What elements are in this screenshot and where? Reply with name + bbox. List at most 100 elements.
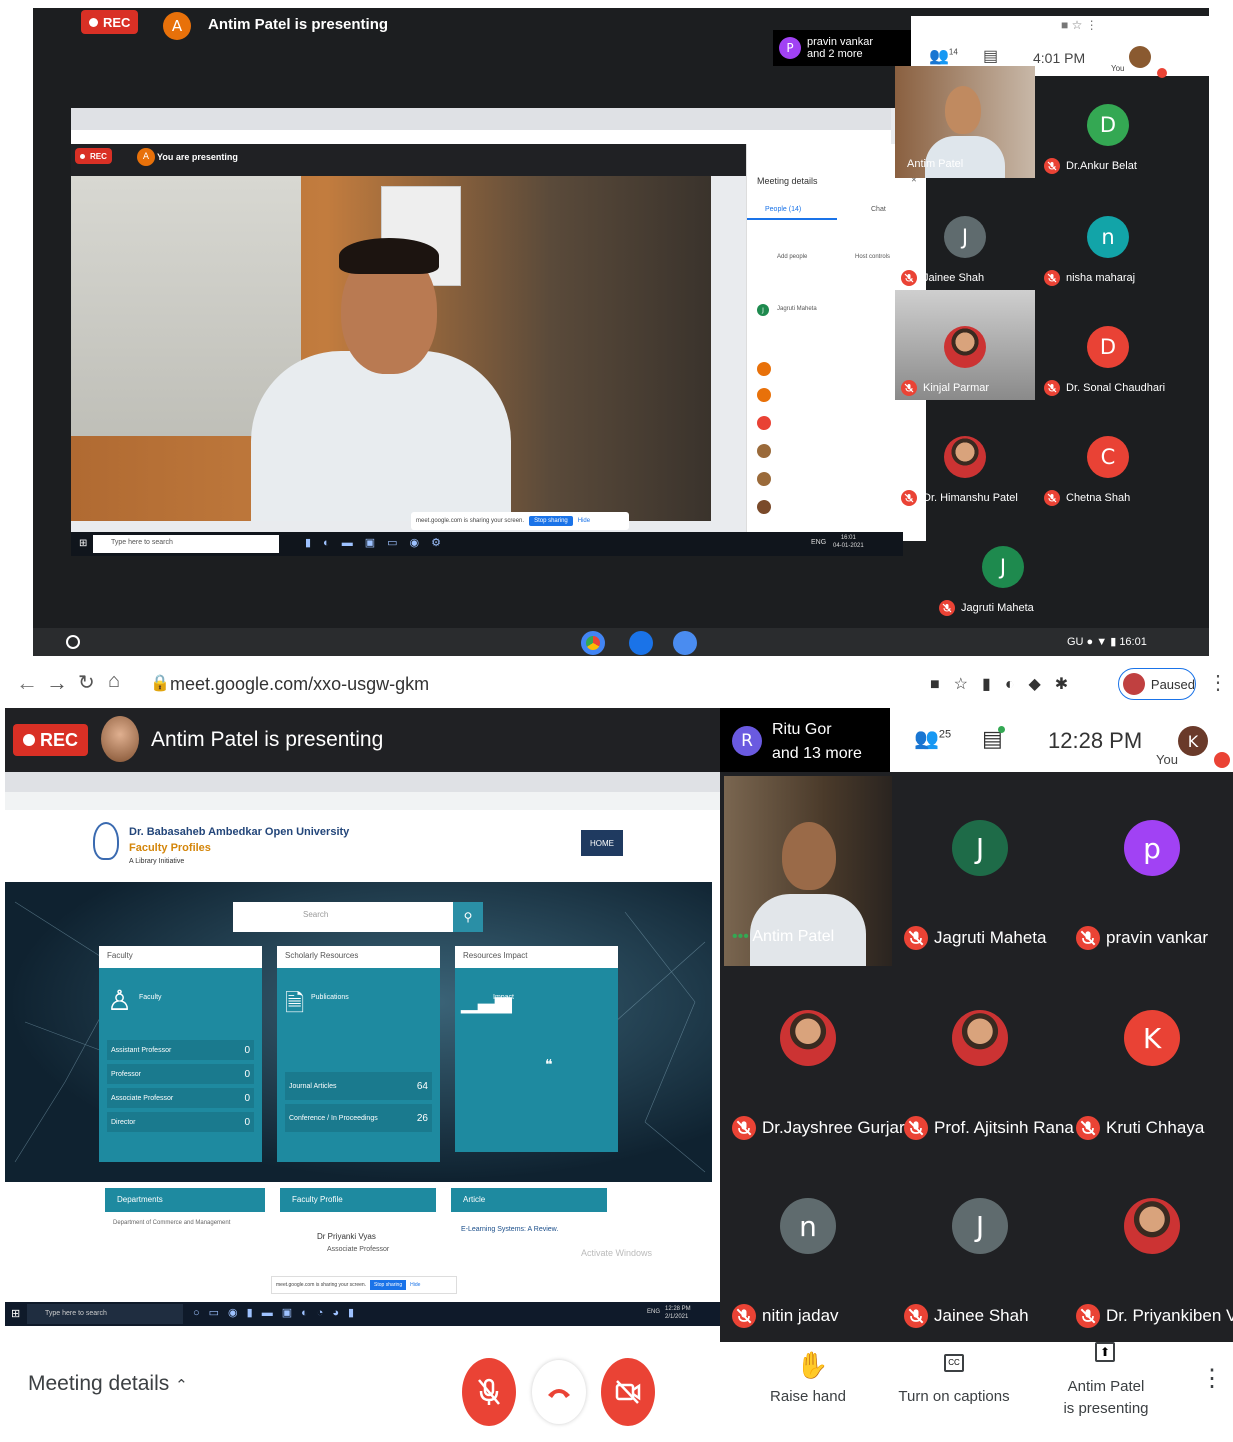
people-icon[interactable]: 👥25 (914, 726, 951, 751)
participant-tile[interactable]: Prof. Ajitsinh Rana (896, 966, 1074, 1154)
url-text[interactable]: meet.google.com/xxo-usgw-gkm (170, 674, 429, 695)
hide-button[interactable]: Hide (410, 1282, 420, 1288)
card-row[interactable]: Conference / In Proceedings 26 (285, 1104, 432, 1132)
department-item[interactable]: Department of Commerce and Management (113, 1220, 230, 1226)
stop-sharing-button[interactable]: Stop sharing (529, 516, 573, 526)
taskbar-search[interactable]: Type here to search (27, 1304, 183, 1324)
inner-avatar: A (137, 148, 155, 166)
participant-name: Jainee Shah (923, 272, 985, 284)
participant-tile[interactable]: D Dr. Sonal Chaudhari (1038, 290, 1178, 400)
chat-tab[interactable]: Chat (871, 206, 886, 213)
participant-tile[interactable]: J Jagruti Maheta (896, 776, 1064, 964)
launcher-icon[interactable] (66, 635, 80, 649)
people-icon[interactable]: 👥14 (929, 46, 958, 66)
participant-tile[interactable]: Dr. Priyankiben Vyas (1068, 1154, 1233, 1342)
paused-label: Paused (1150, 676, 1195, 692)
taskbar-app-icons[interactable]: ▮◐▬▣▭◉⚙ (305, 536, 453, 549)
more-options-icon[interactable]: ⋮ (1200, 1364, 1224, 1393)
chat-icon[interactable]: ▤ (983, 46, 998, 66)
scholarly-card[interactable]: Scholarly Resources 🗎 Publications Journ… (277, 946, 440, 1162)
files-icon[interactable] (629, 631, 653, 655)
card-row[interactable]: Professor 0 (107, 1064, 254, 1084)
profile-name[interactable]: Dr Priyanki Vyas (317, 1232, 376, 1241)
profile-paused-chip[interactable]: Paused (1118, 668, 1196, 700)
windows-icon[interactable]: ⊞ (11, 1307, 20, 1320)
you-avatar[interactable]: K (1178, 726, 1208, 756)
raise-hand-label[interactable]: Raise hand (760, 1388, 856, 1405)
present-icon[interactable]: ⬆ (1095, 1342, 1115, 1362)
participant-name: Dr.Jayshree Gurjar (762, 1118, 905, 1137)
card-row[interactable]: Journal Articles 64 (285, 1072, 432, 1100)
chevron-up-icon: ⌃ (175, 1377, 188, 1394)
site-search-input[interactable]: Search (233, 902, 453, 932)
stop-sharing-button[interactable]: Stop sharing (370, 1280, 407, 1290)
participant-tile[interactable]: Kinjal Parmar (895, 290, 1035, 400)
faculty-card[interactable]: Faculty ♙ Faculty Assistant Professor 0 Pr… (99, 946, 262, 1162)
taskbar-search[interactable]: Type here to search (93, 535, 279, 553)
browser-menu-icon[interactable]: ⋮ (1208, 670, 1228, 695)
leave-call-button[interactable] (532, 1360, 586, 1424)
participant-name: nitin jadav (762, 1306, 839, 1325)
header-right: 👥25 ▤ 12:28 PM You K (890, 708, 1233, 772)
meeting-controls: Meeting details ⌃ ✋ Raise hand CC Turn o… (0, 1342, 1233, 1442)
article-item[interactable]: E-Learning Systems: A Review. (461, 1226, 558, 1233)
participant-tile[interactable]: J Jagruti Maheta (933, 510, 1073, 620)
participant-tile[interactable]: K Kruti Chhaya (1068, 966, 1233, 1154)
shelf-status[interactable]: GU ● ▼ ▮ 16:01 (1067, 635, 1147, 648)
rec-badge: REC (81, 10, 139, 34)
participant-tile[interactable]: C Chetna Shah (1038, 400, 1178, 510)
raise-hand-icon[interactable]: ✋ (796, 1350, 828, 1381)
home-button[interactable]: HOME (581, 830, 623, 856)
main-participant-tile[interactable]: Antim Patel (895, 66, 1035, 178)
reload-icon[interactable]: ↻ (78, 670, 95, 695)
main-participant-tile[interactable]: ••• Antim Patel (724, 776, 892, 966)
participant-tile[interactable]: n nitin jadav (724, 1154, 892, 1342)
back-icon[interactable]: ← (16, 670, 38, 696)
participant-name-row: Jainee Shah (901, 270, 984, 286)
home-icon[interactable]: ⌂ (108, 670, 120, 693)
site-search-icon[interactable]: ⚲ (453, 902, 483, 932)
hide-button[interactable]: Hide (578, 518, 590, 524)
participant-name: nisha maharaj (1066, 272, 1136, 284)
participant-tile[interactable]: J Jainee Shah (896, 1154, 1064, 1342)
browser-toolbar: ← → ↻ ⌂ 🔒 meet.google.com/xxo-usgw-gkm ■… (0, 660, 1233, 708)
participant-tile[interactable]: Dr. Himanshu Patel (895, 400, 1035, 510)
faculty-profile-header: Faculty Profile (280, 1188, 436, 1212)
taskbar-app-icons[interactable]: ○▭◉▮▬▣◐◔◕▮ (193, 1306, 363, 1319)
participant-tile[interactable]: n nisha maharaj (1038, 180, 1178, 290)
taskbar-date: 2/1/2021 (665, 1314, 689, 1320)
inner-presenting: You are presenting (157, 152, 238, 162)
host-controls-button[interactable]: Host controls (855, 254, 890, 260)
clock-time: 4:01 PM (1033, 50, 1086, 66)
mic-off-button[interactable] (462, 1358, 516, 1426)
presenting-button-label[interactable]: Antim Patel is presenting (1056, 1376, 1156, 1420)
tile-label-avatar: P (779, 37, 801, 59)
sharing-text: meet.google.com is sharing your screen. (416, 518, 525, 524)
forward-icon[interactable]: → (46, 670, 68, 696)
impact-card[interactable]: Resources Impact ▁▃▅ Impact ❝ (455, 946, 618, 1152)
taskbar-clock: 12:28 PM 2/1/2021 (665, 1305, 691, 1321)
participant-tile[interactable]: J Jainee Shah (895, 180, 1035, 290)
participant-tile[interactable]: p pravin vankar (1068, 776, 1233, 964)
people-tab[interactable]: People (14) (765, 206, 801, 213)
camera-off-button[interactable] (601, 1358, 655, 1426)
chat-icon[interactable]: ▤ (982, 726, 1005, 752)
participant-tile[interactable]: Dr.Jayshree Gurjar (724, 966, 905, 1154)
sharing-text: meet.google.com is sharing your screen. (276, 1282, 367, 1288)
card-row[interactable]: Assistant Professor 0 (107, 1040, 254, 1060)
you-avatar[interactable] (1129, 46, 1151, 68)
participant-name-row: Dr. Priyankiben Vyas (1076, 1304, 1233, 1328)
card-row[interactable]: Associate Professor 0 (107, 1088, 254, 1108)
chrome-icon[interactable] (581, 631, 605, 655)
extension-icons[interactable]: ■☆▮◐◆✱ (930, 674, 1082, 694)
mic-muted-icon (904, 926, 928, 950)
captions-icon[interactable]: CC (944, 1354, 964, 1372)
add-people-button[interactable]: Add people (777, 254, 807, 260)
settings-icon[interactable] (673, 631, 697, 655)
card-row[interactable]: Director 0 (107, 1112, 254, 1132)
captions-label[interactable]: Turn on captions (896, 1388, 1012, 1405)
mic-muted-icon (1044, 380, 1060, 396)
windows-icon[interactable]: ⊞ (79, 538, 87, 549)
meeting-details-button[interactable]: Meeting details ⌃ (28, 1372, 188, 1396)
participant-tile[interactable]: D Dr.Ankur Belat (1038, 68, 1178, 178)
